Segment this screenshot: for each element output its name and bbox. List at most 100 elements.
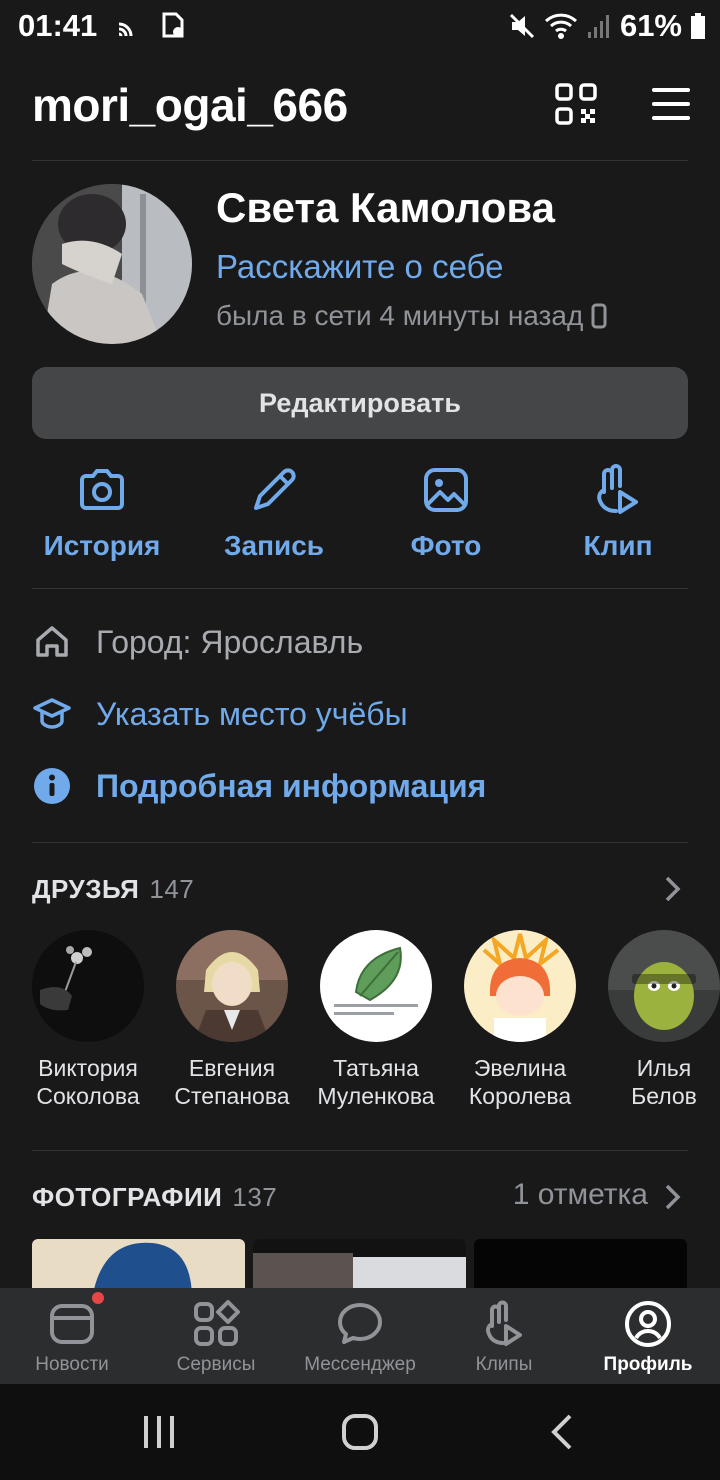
friends-count: 147 xyxy=(149,874,195,904)
about-link[interactable]: Расскажите о себе xyxy=(216,248,503,286)
status-bar: 01:41 61% xyxy=(0,0,720,52)
tab-news[interactable]: Новости xyxy=(0,1288,144,1384)
tab-services-label: Сервисы xyxy=(176,1354,256,1375)
action-clip[interactable]: Клип xyxy=(532,462,704,572)
divider xyxy=(32,160,688,161)
back-icon[interactable] xyxy=(548,1412,576,1452)
status-time: 01:41 xyxy=(18,8,98,43)
recent-apps-icon[interactable] xyxy=(140,1412,178,1452)
action-post-label: Запись xyxy=(223,530,325,561)
friend-last-name: Муленкова xyxy=(317,1083,435,1109)
photo-thumbnail[interactable] xyxy=(32,1239,245,1289)
action-story[interactable]: История xyxy=(16,462,188,572)
action-photo[interactable]: Фото xyxy=(360,462,532,572)
mute-icon xyxy=(509,13,535,39)
edit-profile-button[interactable]: Редактировать xyxy=(32,367,688,439)
divider xyxy=(32,588,688,589)
tab-clips[interactable]: Клипы xyxy=(432,1288,576,1384)
friend-item[interactable]: Эвелина Королева xyxy=(448,930,592,1110)
clip-icon xyxy=(597,464,638,514)
profile-header: mori_ogai_666 xyxy=(32,78,692,134)
photo-tags-link[interactable]: 1 отметка xyxy=(513,1178,648,1212)
chevron-right-icon[interactable] xyxy=(662,874,684,904)
action-clip-label: Клип xyxy=(583,530,653,561)
last-seen-status: была в сети 4 минуты назад xyxy=(216,300,607,332)
wifi-icon xyxy=(544,13,577,39)
tab-news-label: Новости xyxy=(35,1354,109,1375)
quick-actions: История Запись Фото Клип xyxy=(16,462,704,572)
photos-count: 137 xyxy=(232,1182,278,1212)
home-button-icon[interactable] xyxy=(340,1412,380,1452)
friend-item[interactable]: Татьяна Муленкова xyxy=(304,930,448,1110)
education-link[interactable]: Указать место учёбы xyxy=(96,696,408,733)
profile-icon xyxy=(625,1301,671,1347)
photo-thumbnail[interactable] xyxy=(474,1239,687,1289)
details-link[interactable]: Подробная информация xyxy=(96,768,486,805)
friend-avatar xyxy=(176,930,288,1042)
cast-icon xyxy=(118,22,133,37)
graduation-cap-icon xyxy=(33,698,71,729)
battery-percent: 61% xyxy=(619,8,682,43)
friends-list: Виктория Соколова Евгения Степанова Татьян… xyxy=(16,930,720,1130)
friend-item[interactable]: Илья Белов xyxy=(592,930,720,1110)
friend-first-name: Эвелина xyxy=(473,1055,567,1081)
action-post[interactable]: Запись xyxy=(188,462,360,572)
image-icon xyxy=(424,468,468,512)
profile-avatar[interactable] xyxy=(32,184,192,344)
menu-icon[interactable] xyxy=(650,84,692,124)
username-title: mori_ogai_666 xyxy=(32,79,348,131)
friend-last-name: Королева xyxy=(468,1083,572,1109)
friend-avatar xyxy=(464,930,576,1042)
photo-thumbnail[interactable] xyxy=(253,1239,466,1289)
tab-clips-label: Клипы xyxy=(475,1354,533,1375)
divider xyxy=(32,1150,688,1151)
pencil-icon xyxy=(254,468,296,510)
friend-item[interactable]: Виктория Соколова xyxy=(16,930,160,1110)
info-education[interactable]: Указать место учёбы xyxy=(32,690,408,738)
home-icon xyxy=(36,626,68,657)
phone-icon xyxy=(591,303,607,329)
photos-title: ФОТОГРАФИИ xyxy=(32,1182,223,1212)
friend-first-name: Виктория xyxy=(38,1055,138,1081)
profile-name: Света Камолова xyxy=(216,184,556,231)
system-nav-bar xyxy=(0,1384,720,1480)
divider xyxy=(32,842,688,843)
qr-code-icon[interactable] xyxy=(554,82,598,126)
battery-icon xyxy=(691,13,705,39)
friend-avatar xyxy=(320,930,432,1042)
services-icon xyxy=(194,1300,240,1346)
tab-messenger-label: Мессенджер xyxy=(304,1354,416,1375)
last-seen-text: была в сети 4 минуты назад xyxy=(216,300,584,331)
friends-header[interactable]: ДРУЗЬЯ 147 xyxy=(32,874,194,905)
friend-last-name: Степанова xyxy=(174,1083,290,1109)
clips-icon xyxy=(486,1300,522,1346)
chevron-right-icon[interactable] xyxy=(662,1182,684,1212)
info-city: Город: Ярославль xyxy=(32,618,363,666)
messenger-icon xyxy=(338,1303,382,1344)
friend-first-name: Илья xyxy=(636,1055,692,1081)
friend-last-name: Белов xyxy=(631,1083,697,1109)
tab-profile-label: Профиль xyxy=(603,1354,693,1375)
photos-header[interactable]: ФОТОГРАФИИ 137 xyxy=(32,1182,277,1213)
friend-item[interactable]: Евгения Степанова xyxy=(160,930,304,1110)
friend-first-name: Евгения xyxy=(188,1055,276,1081)
action-story-label: История xyxy=(43,530,161,561)
friend-avatar xyxy=(608,930,720,1042)
friends-title: ДРУЗЬЯ xyxy=(32,874,140,904)
signal-icon xyxy=(587,15,609,38)
info-icon xyxy=(34,768,70,804)
camera-icon xyxy=(80,469,124,510)
city-text: Город: Ярославль xyxy=(96,623,364,660)
tab-profile[interactable]: Профиль xyxy=(576,1288,720,1384)
bottom-tab-bar: Новости Сервисы Мессенджер Клипы Профиль xyxy=(0,1288,720,1384)
friend-first-name: Татьяна xyxy=(333,1055,419,1081)
tab-messenger[interactable]: Мессенджер xyxy=(288,1288,432,1384)
friend-avatar xyxy=(32,930,144,1042)
notification-dot xyxy=(92,1292,104,1304)
action-photo-label: Фото xyxy=(410,530,482,561)
avatar-image xyxy=(32,184,192,344)
news-icon xyxy=(50,1304,94,1344)
tab-services[interactable]: Сервисы xyxy=(144,1288,288,1384)
info-details[interactable]: Подробная информация xyxy=(32,762,486,810)
friend-last-name: Соколова xyxy=(36,1083,140,1109)
